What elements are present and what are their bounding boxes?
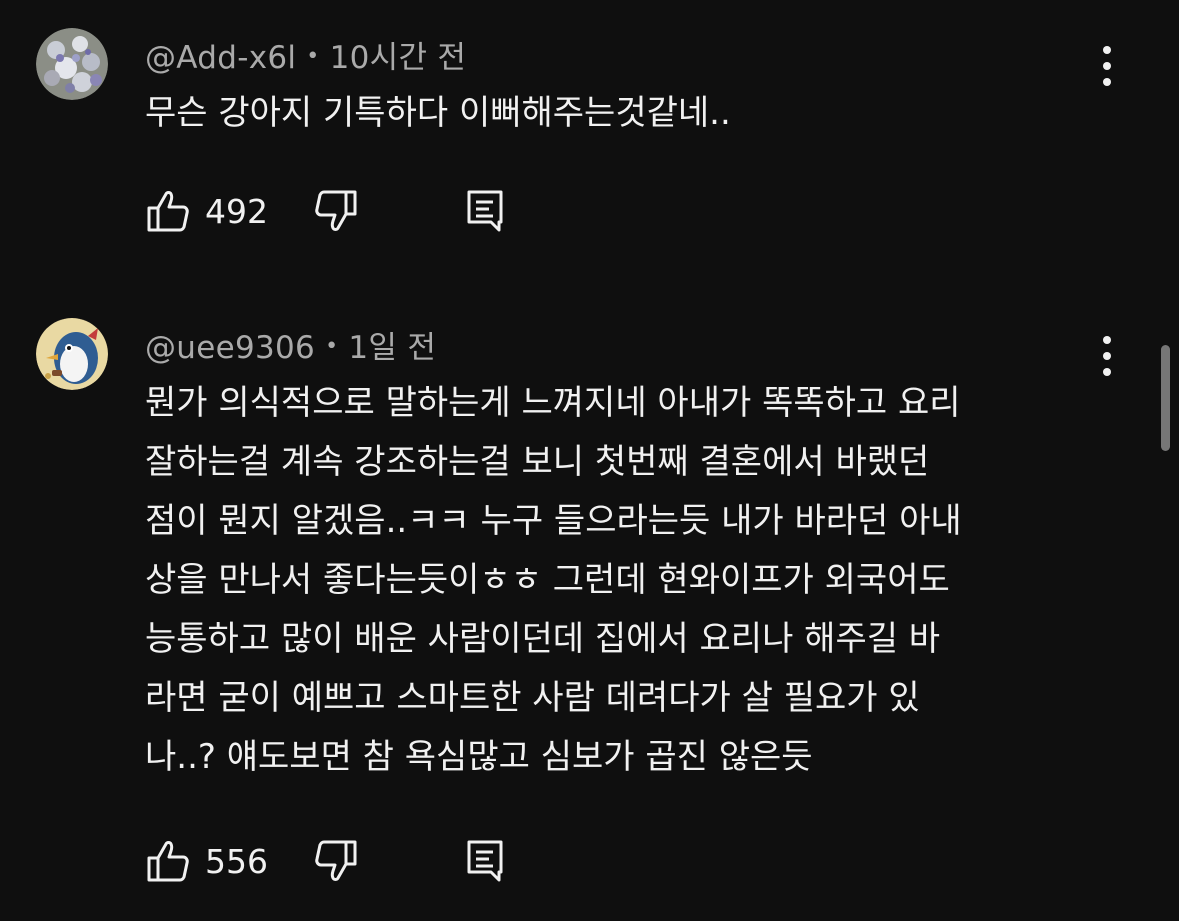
more-actions-button[interactable] bbox=[1090, 44, 1124, 88]
thumbs-down-icon[interactable] bbox=[313, 188, 359, 234]
meta-separator: • bbox=[325, 334, 339, 359]
scrollbar[interactable] bbox=[1161, 345, 1170, 451]
comment-meta: @Add-x6l • 10시간 전 bbox=[145, 32, 466, 77]
avatar[interactable] bbox=[36, 318, 108, 390]
author-name[interactable]: @Add-x6l bbox=[145, 40, 296, 76]
avatar[interactable] bbox=[36, 28, 108, 100]
avatar-flowers-icon bbox=[36, 28, 108, 100]
author-name[interactable]: @uee9306 bbox=[145, 330, 315, 366]
more-actions-button[interactable] bbox=[1090, 334, 1124, 378]
kebab-dot bbox=[1103, 336, 1111, 344]
thumbs-down-icon[interactable] bbox=[313, 838, 359, 884]
kebab-dot bbox=[1103, 46, 1111, 54]
meta-separator: • bbox=[306, 44, 320, 69]
comment-time[interactable]: 1일 전 bbox=[348, 330, 436, 366]
comment-time[interactable]: 10시간 전 bbox=[330, 40, 467, 76]
comment-text: 무슨 강아지 기특하다 이뻐해주는것같네.. bbox=[145, 93, 731, 133]
like-count: 556 bbox=[205, 842, 268, 881]
kebab-dot bbox=[1103, 62, 1111, 70]
reply-icon[interactable] bbox=[465, 188, 507, 234]
kebab-dot bbox=[1103, 352, 1111, 360]
thumbs-up-icon[interactable] bbox=[145, 188, 191, 234]
reply-icon[interactable] bbox=[465, 838, 507, 884]
avatar-penguin-icon bbox=[36, 318, 108, 390]
like-count: 492 bbox=[205, 192, 268, 231]
comment-meta: @uee9306 • 1일 전 bbox=[145, 322, 436, 367]
thumbs-up-icon[interactable] bbox=[145, 838, 191, 884]
comment-text: 뭔가 의식적으로 말하는게 느껴지네 아내가 똑똑하고 요리 잘하는걸 계속 강… bbox=[145, 383, 962, 777]
